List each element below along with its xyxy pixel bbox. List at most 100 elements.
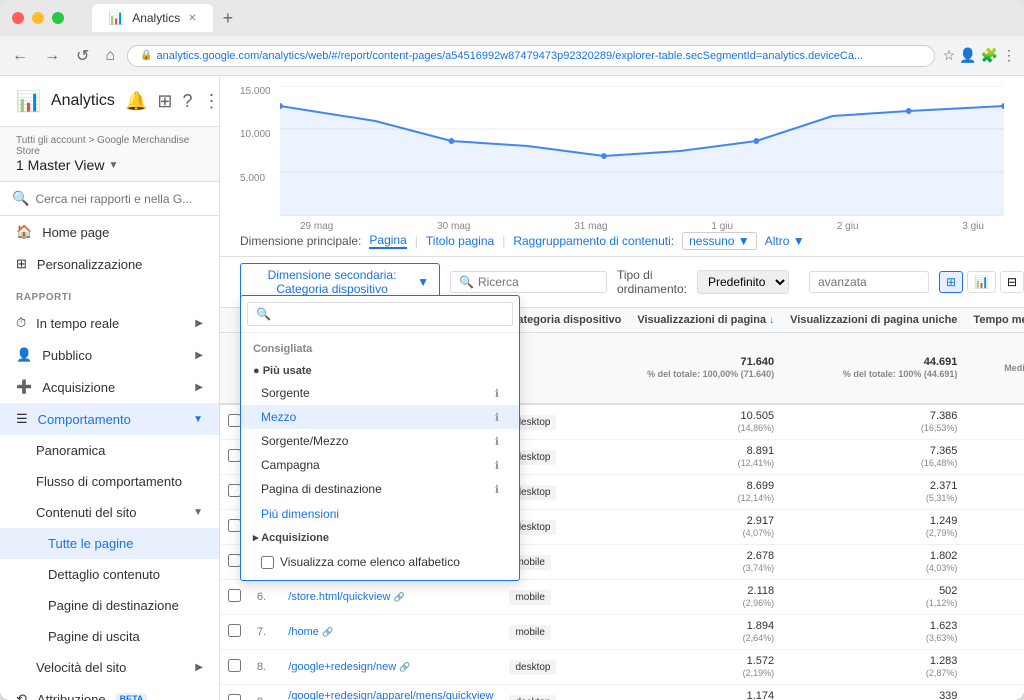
- sidebar-item-velocita[interactable]: Velocità del sito ▶: [0, 652, 219, 683]
- row-checkbox[interactable]: [228, 624, 241, 637]
- page-link[interactable]: /home: [288, 626, 319, 638]
- row-checkbox[interactable]: [228, 589, 241, 602]
- dropdown-item-sorgente[interactable]: Sorgente ℹ: [241, 381, 519, 405]
- table-search-input[interactable]: [478, 275, 598, 289]
- table-search-box[interactable]: 🔍: [450, 271, 607, 293]
- sidebar-item-tutte-pagine[interactable]: Tutte le pagine: [0, 528, 219, 559]
- contenuti-label: Contenuti del sito: [36, 505, 136, 520]
- sidebar-item-homepage[interactable]: 🏠 Home page: [0, 216, 219, 248]
- dropdown-item-sorgente-mezzo[interactable]: Sorgente/Mezzo ℹ: [241, 429, 519, 453]
- page-link[interactable]: /google+redesign/apparel/mens/quickview: [288, 690, 493, 700]
- sidebar-item-label: Attribuzione: [37, 692, 106, 700]
- sidebar-header: 📊 Analytics 🔔 ⊞ ? ⋮ 👤: [0, 76, 219, 127]
- sidebar-item-pubblico[interactable]: 👤 Pubblico ▶: [0, 339, 219, 371]
- more-menu-button[interactable]: ⋮: [202, 91, 220, 112]
- row-category: desktop: [501, 475, 629, 510]
- sidebar-item-personalizzazione[interactable]: ⊞ Personalizzazione: [0, 248, 219, 280]
- alfabetico-checkbox-row[interactable]: Visualizza come elenco alfabetico: [241, 550, 519, 574]
- sidebar-item-dettaglio[interactable]: Dettaglio contenuto: [0, 559, 219, 590]
- realtime-icon: ⏱: [16, 315, 26, 331]
- row-page[interactable]: /home 🔗: [280, 615, 501, 650]
- dim-pagina[interactable]: Pagina: [369, 233, 406, 249]
- row-checkbox-cell[interactable]: [220, 685, 249, 700]
- sidebar-item-realtime[interactable]: ⏱ In tempo reale ▶: [0, 307, 219, 339]
- sidebar-item-uscita[interactable]: Pagine di uscita: [0, 621, 219, 652]
- th-categoria[interactable]: Categoria dispositivo: [501, 308, 629, 333]
- search-icon: 🔍: [459, 275, 474, 289]
- th-views[interactable]: Visualizzazioni di pagina ↓: [629, 308, 782, 333]
- row-unique: 1.623(3,63%): [782, 615, 965, 650]
- dim-nessuno[interactable]: nessuno ▼: [682, 232, 757, 250]
- sidebar-item-attribuzione[interactable]: ⟲ Attribuzione BETA: [0, 683, 219, 700]
- tab-close-button[interactable]: ✕: [188, 13, 196, 24]
- sidebar-item-comportamento[interactable]: ☰ Comportamento ▼: [0, 403, 219, 435]
- table-view-button[interactable]: ⊞: [939, 271, 963, 293]
- chart-view-button[interactable]: 📊: [967, 271, 996, 293]
- link-icon: 🔗: [393, 592, 404, 602]
- tab-icon: 📊: [108, 10, 124, 26]
- home-icon: 🏠: [16, 224, 32, 240]
- sidebar-item-acquisizione[interactable]: ➕ Acquisizione ▶: [0, 371, 219, 403]
- piu-dimensioni-link[interactable]: Più dimensioni: [241, 503, 519, 525]
- dim-raggruppamento[interactable]: Raggruppamento di contenuti:: [513, 234, 674, 248]
- view-name-row[interactable]: 1 Master View ▼: [16, 157, 203, 173]
- search-input[interactable]: [35, 192, 207, 206]
- reload-button[interactable]: ↺: [72, 42, 93, 70]
- row-unique: 7.365(16,48%): [782, 440, 965, 475]
- row-page[interactable]: /google+redesign/apparel/mens/quickview …: [280, 685, 501, 700]
- sidebar-search[interactable]: 🔍: [0, 182, 219, 216]
- dropdown-item-mezzo[interactable]: Mezzo ℹ: [241, 405, 519, 429]
- page-link[interactable]: /google+redesign/new: [288, 661, 396, 673]
- ga-logo: 📊: [16, 89, 41, 114]
- row-page[interactable]: /google+redesign/new 🔗: [280, 650, 501, 685]
- row-checkbox-cell[interactable]: [220, 580, 249, 615]
- sidebar-item-flusso[interactable]: Flusso di comportamento: [0, 466, 219, 497]
- page-link[interactable]: /store.html/quickview: [288, 591, 390, 603]
- dim-titolo[interactable]: Titolo pagina: [426, 234, 494, 248]
- dropdown-item-campagna[interactable]: Campagna ℹ: [241, 453, 519, 477]
- bookmark-button[interactable]: ☆: [943, 47, 956, 64]
- sidebar-item-label: Home page: [42, 225, 109, 240]
- sidebar-item-destinazione[interactable]: Pagine di destinazione: [0, 590, 219, 621]
- back-button[interactable]: ←: [8, 43, 32, 69]
- home-button[interactable]: ⌂: [101, 43, 119, 69]
- more-button[interactable]: ⋮: [1002, 47, 1016, 64]
- close-button[interactable]: [12, 12, 24, 24]
- sort-select[interactable]: Predefinito Pesato Assoluto: [697, 270, 789, 294]
- row-checkbox-cell[interactable]: [220, 615, 249, 650]
- row-checkbox-cell[interactable]: [220, 650, 249, 685]
- dim-altro[interactable]: Altro ▼: [765, 234, 805, 248]
- sidebar-item-panoramica[interactable]: Panoramica: [0, 435, 219, 466]
- category-tag: mobile: [509, 625, 550, 640]
- url-bar[interactable]: 🔒 analytics.google.com/analytics/web/#/r…: [127, 45, 934, 67]
- advanced-search-input[interactable]: [809, 271, 929, 293]
- th-avg-time[interactable]: Tempo medio sulla pagina: [965, 308, 1024, 333]
- tab-analytics[interactable]: 📊 Analytics ✕: [92, 4, 213, 32]
- new-tab-button[interactable]: +: [215, 8, 242, 29]
- profile-button[interactable]: 👤: [959, 47, 976, 64]
- info-icon: ℹ: [495, 411, 499, 424]
- notifications-button[interactable]: 🔔: [125, 91, 147, 112]
- view-dropdown-icon[interactable]: ▼: [108, 160, 118, 171]
- link-icon: 🔗: [322, 627, 333, 637]
- sidebar-item-contenuti[interactable]: Contenuti del sito ▼: [0, 497, 219, 528]
- sidebar-title: Analytics: [51, 92, 115, 110]
- extension-button[interactable]: 🧩: [981, 47, 998, 64]
- alfabetico-checkbox[interactable]: [261, 556, 274, 569]
- help-button[interactable]: ?: [182, 91, 192, 112]
- th-unique-views[interactable]: Visualizzazioni di pagina uniche: [782, 308, 965, 333]
- forward-button[interactable]: →: [40, 43, 64, 69]
- row-page[interactable]: /store.html/quickview 🔗: [280, 580, 501, 615]
- dropdown-item-pagina-dest[interactable]: Pagina di destinazione ℹ: [241, 477, 519, 501]
- audience-icon: 👤: [16, 347, 32, 363]
- row-checkbox[interactable]: [228, 659, 241, 672]
- pivot-view-button[interactable]: ⊟: [1000, 271, 1024, 293]
- minimize-button[interactable]: [32, 12, 44, 24]
- row-category: desktop: [501, 510, 629, 545]
- row-checkbox[interactable]: [228, 694, 241, 700]
- apps-button[interactable]: ⊞: [157, 91, 172, 112]
- maximize-button[interactable]: [52, 12, 64, 24]
- row-views: 8.891(12,41%): [629, 440, 782, 475]
- row-num: 9.: [249, 685, 280, 700]
- dropdown-search-input[interactable]: [247, 302, 513, 326]
